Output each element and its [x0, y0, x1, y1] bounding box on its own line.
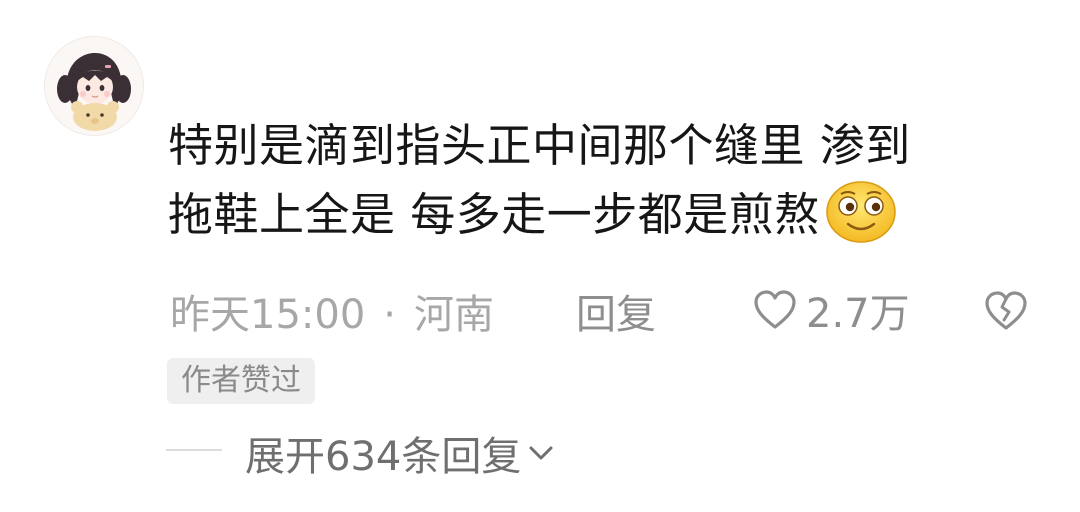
comment-line-1: 特别是滴到指头正中间那个缝里 渗到	[168, 119, 911, 172]
expand-divider	[166, 449, 222, 451]
comment-location: 河南	[414, 292, 494, 338]
comment-text: 特别是滴到指头正中间那个缝里 渗到 拖鞋上全是 每多走一步都是煎熬	[168, 112, 1048, 249]
chevron-down-icon	[529, 446, 553, 460]
comment-meta: 昨天15:00 · 河南	[170, 282, 494, 338]
expand-replies-button[interactable]: 展开634条回复	[245, 424, 555, 482]
broken-heart-icon	[985, 291, 1027, 330]
author-liked-badge: 作者赞过	[167, 358, 315, 404]
like-button[interactable]: 2.7万	[752, 284, 910, 337]
comment-line-2: 拖鞋上全是 每多走一步都是煎熬	[168, 180, 1048, 249]
comment-line-2-text: 拖鞋上全是 每多走一步都是煎熬	[168, 188, 820, 241]
expand-replies-label: 展开634条回复	[245, 434, 522, 480]
reply-button[interactable]: 回复	[576, 282, 656, 340]
avatar[interactable]	[44, 36, 144, 136]
heart-outline-icon	[754, 290, 796, 329]
like-count: 2.7万	[806, 291, 910, 337]
avatar-image	[45, 37, 143, 135]
dislike-button[interactable]	[982, 286, 1030, 334]
comment-time: 昨天15:00	[170, 292, 366, 338]
smiling-face-emoji-icon	[824, 180, 898, 244]
meta-separator: ·	[383, 292, 396, 338]
